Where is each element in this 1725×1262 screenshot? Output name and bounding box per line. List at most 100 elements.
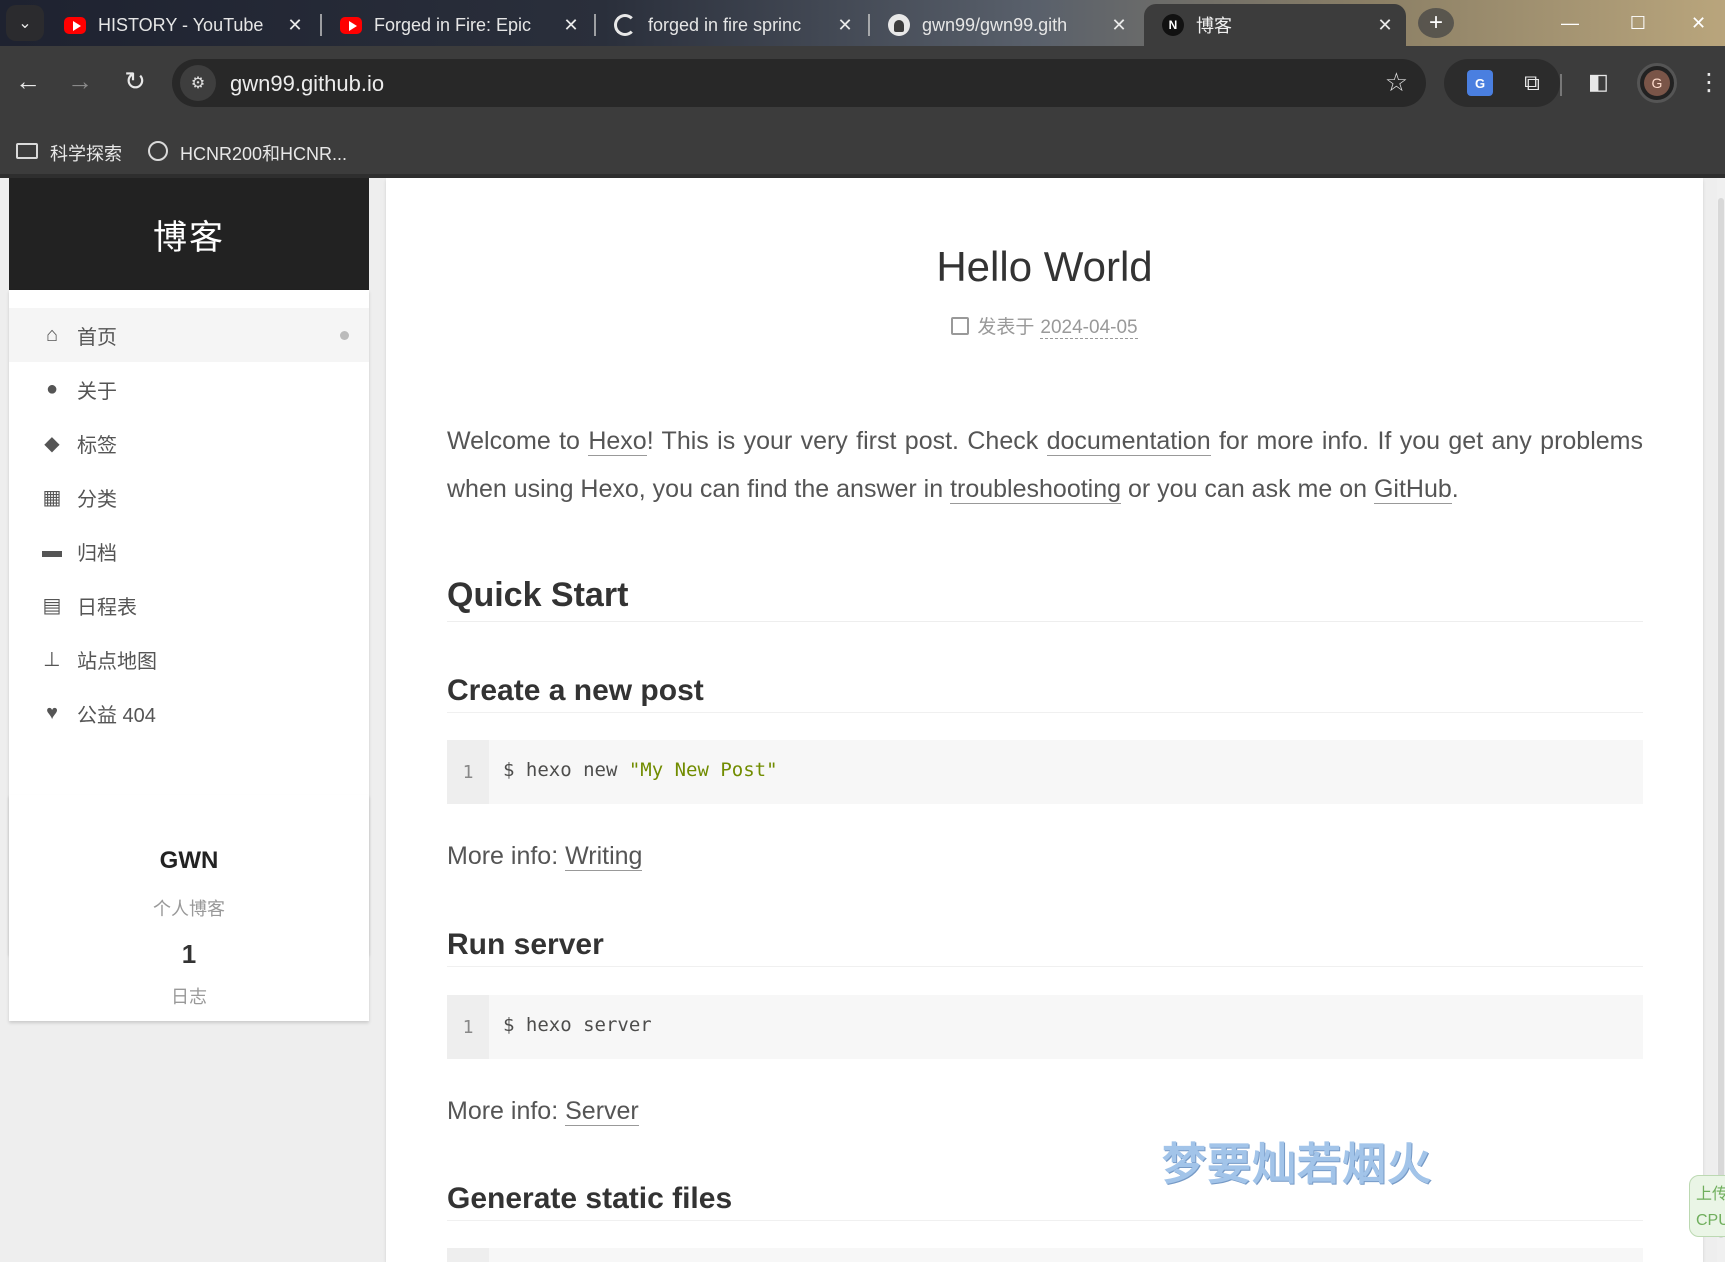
menu-label: 首页: [77, 326, 117, 349]
bookmark-label: HCNR200和HCNR...: [180, 144, 348, 164]
author-description: 个人博客: [153, 899, 225, 919]
extensions-puzzle-icon[interactable]: ⧉: [1518, 69, 1546, 97]
network-monitor-widget[interactable]: 上传 CPU: [1689, 1175, 1725, 1237]
tab-history-youtube[interactable]: HISTORY - YouTube ✕: [46, 4, 316, 46]
globe-icon: [148, 140, 168, 166]
menu-label: 分类: [77, 488, 117, 511]
tab-google-search[interactable]: forged in fire sprinc ✕: [596, 4, 866, 46]
line-number-gutter: [447, 1248, 489, 1262]
toolbar-divider: [1560, 74, 1562, 96]
code-block-new-post: 1 $ hexo new "My New Post": [447, 740, 1643, 804]
author-overview: GWN 个人博客 1 日志: [9, 795, 369, 1021]
menu-item-404[interactable]: ♥ 公益 404: [9, 686, 369, 740]
menu-item-tags[interactable]: ◆ 标签: [9, 416, 369, 470]
menu-item-about[interactable]: ● 关于: [9, 362, 369, 416]
writing-link[interactable]: Writing: [565, 842, 643, 871]
tab-forged-in-fire[interactable]: Forged in Fire: Epic ✕: [322, 4, 592, 46]
code-string: "My New Post": [628, 759, 778, 781]
scrollbar-thumb[interactable]: [1718, 198, 1724, 1238]
site-title[interactable]: 博客: [9, 210, 369, 259]
close-icon[interactable]: ✕: [1372, 15, 1398, 36]
maximize-button[interactable]: ☐: [1608, 6, 1668, 40]
page-scrollbar[interactable]: [1717, 178, 1725, 1262]
calendar-icon: [951, 317, 970, 335]
maximize-icon: ☐: [1629, 12, 1647, 33]
watermark-text: 梦要灿若烟火: [1162, 1140, 1432, 1189]
bookmark-folder-science[interactable]: 科学探索: [16, 140, 122, 166]
github-icon: [888, 14, 910, 36]
url-text[interactable]: gwn99.github.io: [230, 71, 384, 97]
chevron-down-icon: ⌄: [18, 15, 32, 32]
post-date: 2024-04-05: [1040, 317, 1138, 339]
profile-initial: G: [1644, 70, 1670, 96]
minimize-button[interactable]: —: [1540, 6, 1600, 40]
line-number: 1: [447, 740, 489, 804]
side-panel-icon[interactable]: ◧: [1588, 69, 1616, 97]
close-icon[interactable]: ✕: [1106, 15, 1132, 36]
reload-button[interactable]: ↻: [115, 61, 155, 101]
tab-title: 博客: [1196, 16, 1232, 36]
arrow-right-icon: →: [67, 65, 93, 96]
bookmark-label: 科学探索: [50, 144, 122, 164]
more-menu-icon[interactable]: ⋮: [1697, 68, 1721, 97]
post-intro-paragraph: Welcome to Hexo! This is your very first…: [447, 417, 1643, 513]
posts-count[interactable]: 1: [9, 939, 369, 970]
address-bar[interactable]: ⚙ gwn99.github.io ☆: [172, 59, 1426, 107]
close-icon[interactable]: ✕: [832, 15, 858, 36]
intro-text: or you can ask me on: [1121, 475, 1374, 503]
documentation-link[interactable]: documentation: [1046, 427, 1211, 456]
close-icon[interactable]: ✕: [282, 15, 308, 36]
hexo-n-icon: N: [1162, 14, 1184, 36]
window-close-button[interactable]: ✕: [1672, 6, 1725, 40]
hexo-link[interactable]: Hexo: [588, 427, 647, 456]
menu-label: 公益 404: [77, 704, 156, 727]
site-header: 博客: [9, 178, 369, 290]
posts-label[interactable]: 日志: [9, 983, 369, 1009]
google-icon: [614, 14, 636, 36]
browser-toolbar: ← → ↻ ⚙ gwn99.github.io ☆ G ⧉ ◧ G ⋮: [0, 46, 1725, 130]
bookmark-star-icon[interactable]: ☆: [1385, 67, 1408, 98]
translate-extension-button[interactable]: G: [1466, 69, 1494, 97]
archive-icon: ▬: [42, 539, 62, 562]
code-block-generate: [447, 1248, 1643, 1262]
bookmarks-bar: 科学探索 HCNR200和HCNR...: [0, 130, 1725, 174]
site-info-button[interactable]: ⚙: [180, 65, 216, 101]
youtube-icon: [64, 14, 86, 36]
meta-label: 发表于: [977, 317, 1035, 338]
tab-github[interactable]: gwn99/gwn99.gith ✕: [870, 4, 1140, 46]
menu-item-schedule[interactable]: ▤ 日程表: [9, 578, 369, 632]
menu-item-archives[interactable]: ▬ 归档: [9, 524, 369, 578]
menu-item-sitemap[interactable]: ⊥ 站点地图: [9, 632, 369, 686]
intro-text: Welcome to: [447, 427, 589, 455]
menu-item-categories[interactable]: ▦ 分类: [9, 470, 369, 524]
close-icon: ✕: [1690, 12, 1707, 33]
profile-avatar[interactable]: G: [1637, 63, 1677, 103]
calendar-icon: ▤: [42, 594, 62, 617]
arrow-left-icon: ←: [15, 65, 41, 96]
post-title[interactable]: Hello World: [386, 243, 1703, 291]
menu-label: 归档: [77, 542, 117, 565]
code-command: $ hexo new: [503, 759, 629, 781]
active-indicator: [340, 331, 349, 340]
close-icon[interactable]: ✕: [558, 15, 584, 36]
bookmark-hcnr200[interactable]: HCNR200和HCNR...: [148, 140, 347, 166]
tab-title: Forged in Fire: Epic: [374, 14, 532, 35]
more-info-label: More info:: [447, 842, 566, 870]
intro-text: ! This is your very first post. Check: [646, 427, 1047, 455]
heartbeat-icon: ♥: [46, 701, 58, 724]
home-icon: ⌂: [45, 323, 59, 346]
back-button[interactable]: ←: [8, 61, 48, 101]
tab-search-button[interactable]: ⌄: [6, 5, 44, 41]
new-tab-button[interactable]: +: [1418, 8, 1454, 38]
menu-item-home[interactable]: ⌂ 首页: [9, 308, 369, 362]
github-link[interactable]: GitHub: [1373, 475, 1452, 504]
forward-button[interactable]: →: [60, 61, 100, 101]
youtube-icon: [340, 14, 362, 36]
tab-blog-active[interactable]: N 博客 ✕: [1144, 4, 1406, 46]
tags-icon: ◆: [44, 432, 60, 455]
troubleshooting-link[interactable]: troubleshooting: [950, 475, 1122, 504]
more-info-writing: More info: Writing: [447, 842, 643, 871]
folder-icon: [16, 142, 38, 164]
author-name: GWN: [159, 847, 219, 874]
server-link[interactable]: Server: [565, 1097, 639, 1126]
